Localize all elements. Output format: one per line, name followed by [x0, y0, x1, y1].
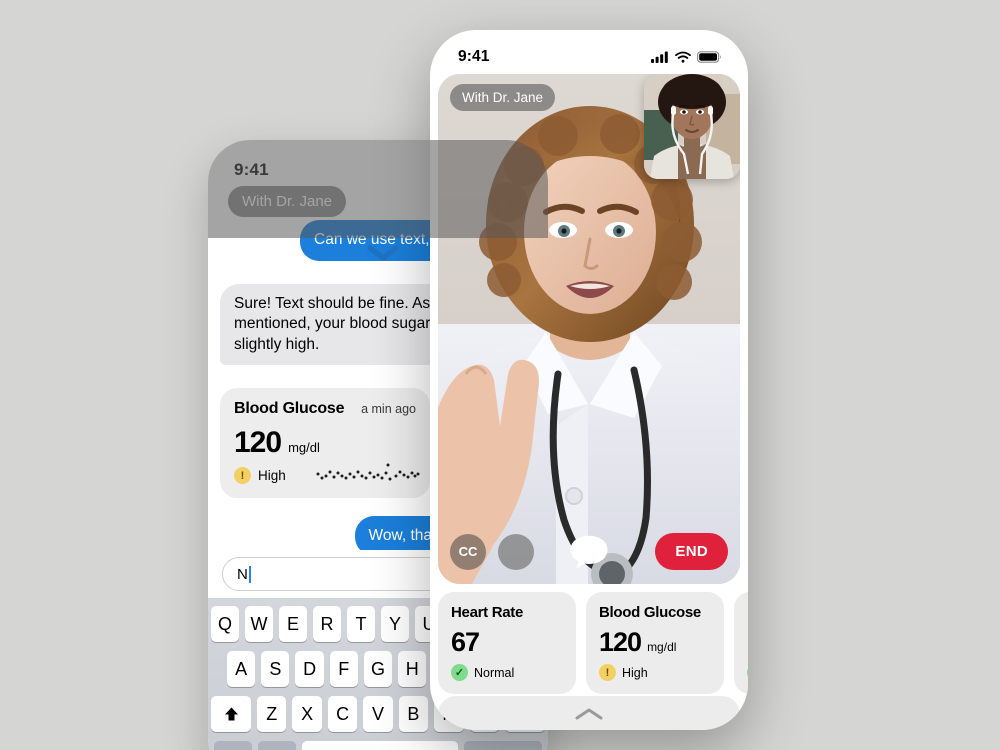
card-status-label: High	[258, 468, 286, 483]
key-c[interactable]: C	[327, 696, 358, 732]
key-t[interactable]: T	[347, 606, 375, 642]
card-value-row: 67	[451, 629, 563, 656]
key-y[interactable]: Y	[381, 606, 409, 642]
key-z[interactable]: Z	[257, 696, 287, 732]
chevron-down-icon	[367, 245, 399, 261]
health-card-blood-glucose[interactable]: Blood Glucose 120 mg/dl ! High	[586, 592, 724, 694]
battery-full-icon	[697, 51, 721, 63]
keyboard-bottom-row: 123 space return	[211, 741, 545, 750]
message-text: Sure! Text should be fine. As mentioned,…	[234, 295, 446, 353]
card-title: Blood Glucose	[234, 400, 345, 417]
chevron-up-icon[interactable]	[574, 706, 604, 722]
call-controls: CC END	[450, 533, 728, 570]
key-f[interactable]: F	[329, 651, 358, 687]
card-title: Heart Rate	[451, 604, 524, 621]
exclamation-icon: !	[234, 467, 251, 484]
health-card-blood-pressure[interactable]: Blood Pressure 90 ✓ Normal	[734, 592, 748, 694]
chat-bubble-icon[interactable]	[498, 533, 608, 570]
card-value: 90	[747, 629, 748, 656]
card-unit: mg/dl	[288, 440, 320, 455]
numbers-key[interactable]: 123	[214, 741, 252, 750]
bottom-sheet-panel[interactable]	[438, 696, 740, 730]
scene-root: 9:41 With Dr. Jane Can we use text, neve…	[0, 0, 1000, 750]
card-title: Blood Pressure	[747, 604, 748, 621]
video-call-feed[interactable]: With Dr. Jane CC END	[438, 74, 740, 584]
text-caret	[248, 565, 251, 583]
card-value-row: 120 mg/dl	[599, 629, 711, 656]
key-r[interactable]: R	[313, 606, 341, 642]
key-a[interactable]: A	[227, 651, 256, 687]
right-phone-device: 9:41 With Dr. Jane CC END Heart Rate 67 …	[430, 30, 748, 730]
card-value: 120	[599, 627, 642, 657]
card-status-label: High	[622, 665, 648, 680]
card-status-row: ✓ Normal	[747, 664, 748, 681]
key-d[interactable]: D	[295, 651, 324, 687]
space-key[interactable]: space	[302, 741, 458, 750]
key-g[interactable]: G	[363, 651, 393, 687]
health-metrics-strip[interactable]: Heart Rate 67 ✓ Normal Blood Glucose 120…	[430, 592, 748, 694]
status-icons	[651, 51, 722, 63]
key-q[interactable]: Q	[211, 606, 239, 642]
key-v[interactable]: V	[363, 696, 393, 732]
check-icon: ✓	[451, 664, 468, 681]
shift-arrow-icon[interactable]	[211, 696, 252, 732]
card-value: 67	[451, 627, 480, 657]
cellular-bars-icon	[651, 51, 668, 63]
right-status-bar: 9:41	[430, 30, 748, 74]
card-status-row: ✓ Normal	[451, 664, 563, 681]
card-unit: mg/dl	[647, 640, 677, 654]
right-call-badge: With Dr. Jane	[450, 84, 556, 111]
left-status-time: 9:41	[234, 160, 269, 179]
key-x[interactable]: X	[292, 696, 322, 732]
wifi-icon	[675, 51, 691, 63]
left-call-badge: With Dr. Jane	[228, 186, 347, 217]
key-s[interactable]: S	[261, 651, 290, 687]
chat-health-card-blood-glucose[interactable]: Blood Glucose a min ago 120 mg/dl ! High	[220, 388, 430, 498]
right-status-time: 9:41	[458, 48, 490, 65]
self-view-image	[644, 74, 740, 179]
key-h[interactable]: H	[398, 651, 427, 687]
exclamation-icon: !	[599, 664, 616, 681]
card-title: Blood Glucose	[599, 604, 701, 621]
card-value: 120	[234, 426, 282, 459]
self-view-pip[interactable]	[644, 74, 740, 179]
message-input-value: N	[237, 565, 248, 583]
card-timestamp: a min ago	[361, 402, 416, 416]
return-key[interactable]: return	[464, 741, 542, 750]
key-e[interactable]: E	[279, 606, 307, 642]
check-icon: ✓	[747, 664, 748, 681]
health-card-heart-rate[interactable]: Heart Rate 67 ✓ Normal	[438, 592, 576, 694]
card-value-row: 90	[747, 629, 748, 656]
emoji-smiley-icon[interactable]	[258, 741, 296, 750]
key-b[interactable]: B	[398, 696, 429, 732]
card-header: Blood Glucose a min ago	[234, 400, 416, 418]
card-status-row: ! High	[599, 664, 711, 681]
card-value-row: 120 mg/dl	[234, 428, 416, 458]
card-status-label: Normal	[474, 665, 515, 680]
glucose-sparkline-chart	[316, 463, 420, 481]
key-w[interactable]: W	[245, 606, 273, 642]
